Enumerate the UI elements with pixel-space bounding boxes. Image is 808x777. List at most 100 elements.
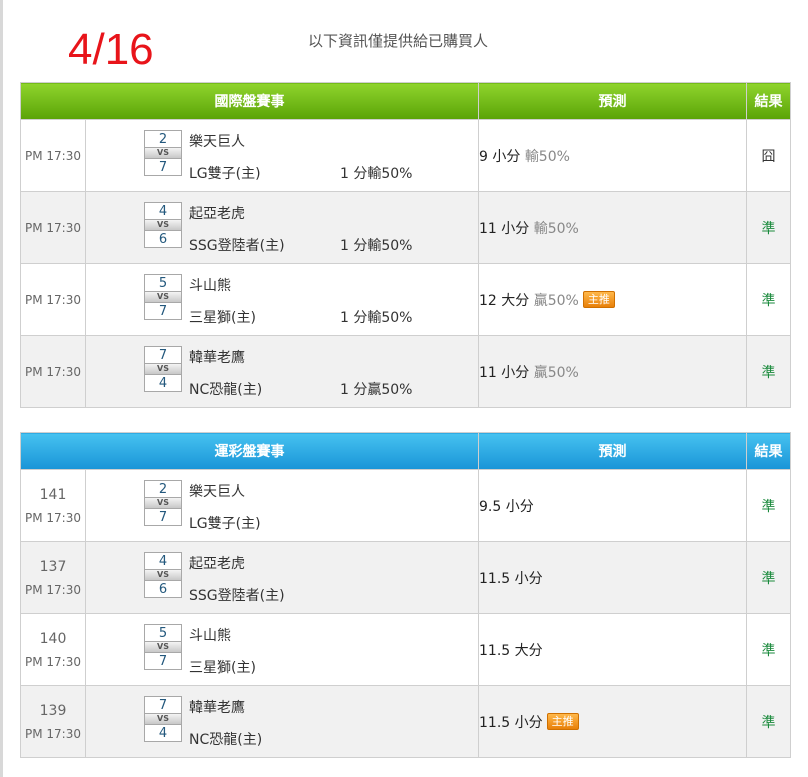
result: 準 — [746, 469, 791, 542]
prediction-pick: 11.5 大分 — [479, 642, 543, 659]
home-score: 4 — [144, 374, 182, 392]
handicap: 1 分輸50% — [340, 310, 413, 326]
intl-header-prediction: 預測 — [478, 82, 747, 120]
prediction-percent: 贏50% — [533, 364, 579, 381]
away-team: 斗山熊 — [189, 628, 231, 644]
away-team: 起亞老虎 — [189, 556, 245, 572]
away-score: 2 — [144, 480, 182, 498]
result: 準 — [746, 263, 791, 336]
intl-game-row: PM 17:30 7 VS 4 韓華老鷹 NC恐龍(主) 1 分贏50% 11 … — [20, 335, 791, 408]
score-box: 4 VS 6 — [144, 202, 182, 248]
sports-header-event: 運彩盤賽事 — [20, 432, 479, 470]
home-team: NC恐龍(主) — [189, 732, 263, 748]
score-box: 7 VS 4 — [144, 346, 182, 392]
home-score: 4 — [144, 724, 182, 742]
home-team: SSG登陸者(主) — [189, 238, 285, 254]
home-score: 7 — [144, 302, 182, 320]
matchup: 5 VS 7 斗山熊 三星獅(主) — [85, 613, 479, 686]
game-time: PM 17:30 — [25, 510, 81, 525]
home-team: LG雙子(主) — [189, 516, 261, 532]
sports-game-row: 139 PM 17:30 7 VS 4 韓華老鷹 NC恐龍(主) 11.5 小分主… — [20, 685, 791, 758]
game-time-cell: 137 PM 17:30 — [20, 541, 86, 614]
home-team: 三星獅(主) — [189, 660, 256, 676]
away-score: 4 — [144, 202, 182, 220]
game-time: PM 17:30 — [25, 726, 81, 741]
vs-label: VS — [144, 642, 182, 652]
away-score: 7 — [144, 696, 182, 714]
prediction-percent: 輸50% — [533, 220, 579, 237]
handicap: 1 分輸50% — [340, 166, 413, 182]
prediction-pick: 9.5 小分 — [479, 498, 534, 515]
sports-header-result: 結果 — [746, 432, 791, 470]
home-score: 7 — [144, 158, 182, 176]
home-score: 6 — [144, 230, 182, 248]
handicap: 1 分輸50% — [340, 238, 413, 254]
game-number: 140 — [39, 630, 67, 647]
intl-game-row: PM 17:30 5 VS 7 斗山熊 三星獅(主) 1 分輸50% 12 大分… — [20, 263, 791, 336]
prediction: 9 小分 輸50% — [478, 119, 747, 192]
prediction-pick: 12 大分 — [479, 292, 530, 309]
home-score: 7 — [144, 508, 182, 526]
sports-header-prediction: 預測 — [478, 432, 747, 470]
prediction: 11.5 小分 主推 — [478, 685, 747, 758]
away-score: 5 — [144, 624, 182, 642]
prediction-pick: 11.5 小分 — [479, 570, 543, 587]
intl-game-row: PM 17:30 2 VS 7 樂天巨人 LG雙子(主) 1 分輸50% 9 小… — [20, 119, 791, 192]
score-box: 5 VS 7 — [144, 274, 182, 320]
vs-label: VS — [144, 148, 182, 158]
home-team: LG雙子(主) — [189, 166, 261, 182]
matchup: 4 VS 6 起亞老虎 SSG登陸者(主) — [85, 541, 479, 614]
away-score: 5 — [144, 274, 182, 292]
sports-game-row: 137 PM 17:30 4 VS 6 起亞老虎 SSG登陸者(主) 11.5 小… — [20, 541, 791, 614]
prediction: 11.5 大分 — [478, 613, 747, 686]
vs-label: VS — [144, 292, 182, 302]
home-score: 6 — [144, 580, 182, 598]
home-score: 7 — [144, 652, 182, 670]
matchup: 7 VS 4 韓華老鷹 NC恐龍(主) 1 分贏50% — [85, 335, 479, 408]
prediction-percent: 贏50% — [533, 292, 579, 309]
away-team: 斗山熊 — [189, 278, 231, 294]
matchup: 4 VS 6 起亞老虎 SSG登陸者(主) 1 分輸50% — [85, 191, 479, 264]
sports-header-row: 運彩盤賽事 預測 結果 — [20, 432, 791, 470]
prediction: 11 小分 輸50% — [478, 191, 747, 264]
intl-game-row: PM 17:30 4 VS 6 起亞老虎 SSG登陸者(主) 1 分輸50% 1… — [20, 191, 791, 264]
result: 準 — [746, 685, 791, 758]
recommended-badge: 主推 — [582, 290, 615, 308]
score-box: 4 VS 6 — [144, 552, 182, 598]
prediction-pick: 9 小分 — [479, 148, 521, 165]
prediction-pick: 11.5 小分 — [479, 714, 543, 731]
prediction: 9.5 小分 — [478, 469, 747, 542]
prediction-pick: 11 小分 — [479, 220, 530, 237]
score-box: 2 VS 7 — [144, 130, 182, 176]
result: 準 — [746, 541, 791, 614]
vs-label: VS — [144, 498, 182, 508]
result: 準 — [746, 191, 791, 264]
intl-header-event: 國際盤賽事 — [20, 82, 479, 120]
away-score: 7 — [144, 346, 182, 364]
intl-header-row: 國際盤賽事 預測 結果 — [20, 82, 791, 120]
game-number: 141 — [39, 486, 67, 503]
game-time: PM 17:30 — [20, 263, 86, 336]
away-team: 韓華老鷹 — [189, 700, 245, 716]
away-team: 韓華老鷹 — [189, 350, 245, 366]
vs-label: VS — [144, 364, 182, 374]
sports-game-row: 141 PM 17:30 2 VS 7 樂天巨人 LG雙子(主) 9.5 小分 準 — [20, 469, 791, 542]
home-team: NC恐龍(主) — [189, 382, 263, 398]
game-number: 137 — [39, 558, 67, 575]
sports-lottery-table: 運彩盤賽事 預測 結果 141 PM 17:30 2 VS 7 樂天巨人 LG雙子… — [20, 432, 791, 758]
game-time: PM 17:30 — [20, 335, 86, 408]
prediction-pick: 11 小分 — [479, 364, 530, 381]
home-team: SSG登陸者(主) — [189, 588, 285, 604]
away-score: 4 — [144, 552, 182, 570]
matchup: 2 VS 7 樂天巨人 LG雙子(主) 1 分輸50% — [85, 119, 479, 192]
game-time: PM 17:30 — [20, 119, 86, 192]
result: 準 — [746, 335, 791, 408]
game-time-cell: 139 PM 17:30 — [20, 685, 86, 758]
matchup: 2 VS 7 樂天巨人 LG雙子(主) — [85, 469, 479, 542]
matchup: 7 VS 4 韓華老鷹 NC恐龍(主) — [85, 685, 479, 758]
game-time-cell: 141 PM 17:30 — [20, 469, 86, 542]
score-box: 7 VS 4 — [144, 696, 182, 742]
purchaser-notice: 以下資訊僅提供給已購買人 — [308, 32, 489, 50]
score-box: 5 VS 7 — [144, 624, 182, 670]
prediction: 11.5 小分 — [478, 541, 747, 614]
